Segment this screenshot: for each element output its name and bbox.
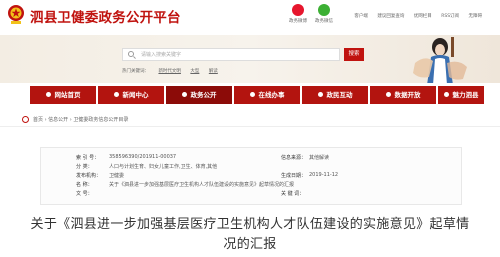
meta-date-value: 2019-11-12 bbox=[309, 172, 339, 178]
nav-item-open-data[interactable]: 数据开放 bbox=[370, 86, 436, 104]
weibo-icon bbox=[292, 4, 304, 16]
meta-name-value: 关于《泗县进一步加强基层医疗卫生机构人才队伍建设的实施意见》起草情况的汇报 bbox=[109, 182, 295, 188]
nav-item-online-service[interactable]: 在线办事 bbox=[234, 86, 300, 104]
meta-name-label: 名 称： bbox=[76, 182, 93, 188]
search-icon bbox=[128, 51, 134, 57]
meta-source-value: 其他解读 bbox=[309, 155, 330, 161]
charm-icon bbox=[443, 91, 449, 97]
top-link-accessibility[interactable]: 无障碍 bbox=[469, 14, 483, 19]
nav-label: 新闻中心 bbox=[122, 91, 149, 99]
site-header: 泗县卫健委政务公开平台 政务微博 政务微信 客户端 建议回复查询 优网栏目 RS… bbox=[0, 0, 500, 35]
nav-item-open-government[interactable]: 政务公开 bbox=[166, 86, 232, 104]
home-icon bbox=[45, 91, 51, 97]
site-title[interactable]: 泗县卫健委政务公开平台 bbox=[30, 6, 181, 26]
hot-keyword[interactable]: 解读 bbox=[209, 69, 218, 74]
service-icon bbox=[249, 91, 255, 97]
document-metadata: 索 引 号： 358596390/201911-00037 信息来源： 其他解读… bbox=[40, 147, 462, 205]
search-button[interactable]: 搜索 bbox=[344, 48, 364, 61]
search-input[interactable]: 请输入搜索关键字 bbox=[122, 48, 340, 61]
search-placeholder: 请输入搜索关键字 bbox=[141, 52, 182, 58]
meta-category-label: 分 类： bbox=[76, 164, 93, 170]
top-links: 客户端 建议回复查询 优网栏目 RSS订阅 无障碍 bbox=[346, 13, 482, 19]
nav-item-news[interactable]: 新闻中心 bbox=[98, 86, 164, 104]
nav-item-home[interactable]: 网站首页 bbox=[30, 86, 96, 104]
national-emblem-icon bbox=[8, 5, 24, 24]
meta-publisher-value: 卫健委 bbox=[109, 173, 125, 179]
hot-keyword[interactable]: 大型 bbox=[190, 69, 199, 74]
search-banner: 请输入搜索关键字 搜索 热门关键词： 新时代文明 大型 解读 bbox=[0, 35, 500, 85]
location-icon bbox=[22, 116, 29, 123]
data-icon bbox=[385, 91, 391, 97]
top-link-rss[interactable]: RSS订阅 bbox=[441, 14, 459, 19]
nav-label: 魅力泗县 bbox=[452, 91, 479, 99]
hot-keywords-label: 热门关键词： bbox=[122, 69, 149, 74]
document-title: 关于《泗县进一步加强基层医疗卫生机构人才队伍建设的实施意见》起草情况的汇报 bbox=[30, 217, 470, 252]
weibo-label: 政务微博 bbox=[289, 19, 307, 24]
nav-label: 在线办事 bbox=[258, 91, 285, 99]
top-link-reply[interactable]: 建议回复查询 bbox=[377, 14, 404, 19]
weibo-link[interactable]: 政务微博 bbox=[286, 4, 310, 24]
meta-category-value: 人口与计划生育、妇女儿童工作,卫生、体育,其他 bbox=[109, 164, 218, 170]
open-icon bbox=[181, 91, 187, 97]
meta-keyword-label: 关 键 词： bbox=[281, 191, 305, 197]
top-link-column[interactable]: 优网栏目 bbox=[414, 14, 432, 19]
wechat-link[interactable]: 政务微信 bbox=[312, 4, 336, 24]
meta-index-label: 索 引 号： bbox=[76, 155, 100, 161]
breadcrumb-text[interactable]: 首页 › 信息公开 › 卫健委政务信息公开目录 bbox=[33, 117, 128, 123]
nav-item-interaction[interactable]: 政民互动 bbox=[302, 86, 368, 104]
news-icon bbox=[113, 91, 119, 97]
nav-label: 数据开放 bbox=[394, 91, 421, 99]
meta-source-label: 信息来源： bbox=[281, 155, 307, 161]
banner-figure-illustration bbox=[413, 37, 467, 85]
nav-label: 网站首页 bbox=[54, 91, 81, 99]
meta-docno-label: 文 号： bbox=[76, 191, 93, 197]
main-nav: 网站首页 新闻中心 政务公开 在线办事 政民互动 数据开放 魅力泗县 bbox=[0, 83, 500, 107]
wechat-icon bbox=[318, 4, 330, 16]
nav-label: 政民互动 bbox=[326, 91, 353, 99]
breadcrumb: 首页 › 信息公开 › 卫健委政务信息公开目录 bbox=[0, 113, 500, 127]
interaction-icon bbox=[317, 91, 323, 97]
top-link-client[interactable]: 客户端 bbox=[354, 14, 368, 19]
meta-date-label: 生成日期： bbox=[281, 173, 307, 179]
hot-keywords: 热门关键词： 新时代文明 大型 解读 bbox=[122, 68, 226, 74]
hot-keyword[interactable]: 新时代文明 bbox=[158, 69, 181, 74]
meta-index-value: 358596390/201911-00037 bbox=[109, 154, 177, 160]
meta-publisher-label: 发布机构： bbox=[76, 173, 102, 179]
wechat-label: 政务微信 bbox=[315, 19, 333, 24]
nav-item-charm[interactable]: 魅力泗县 bbox=[438, 86, 484, 104]
nav-label: 政务公开 bbox=[190, 91, 217, 99]
